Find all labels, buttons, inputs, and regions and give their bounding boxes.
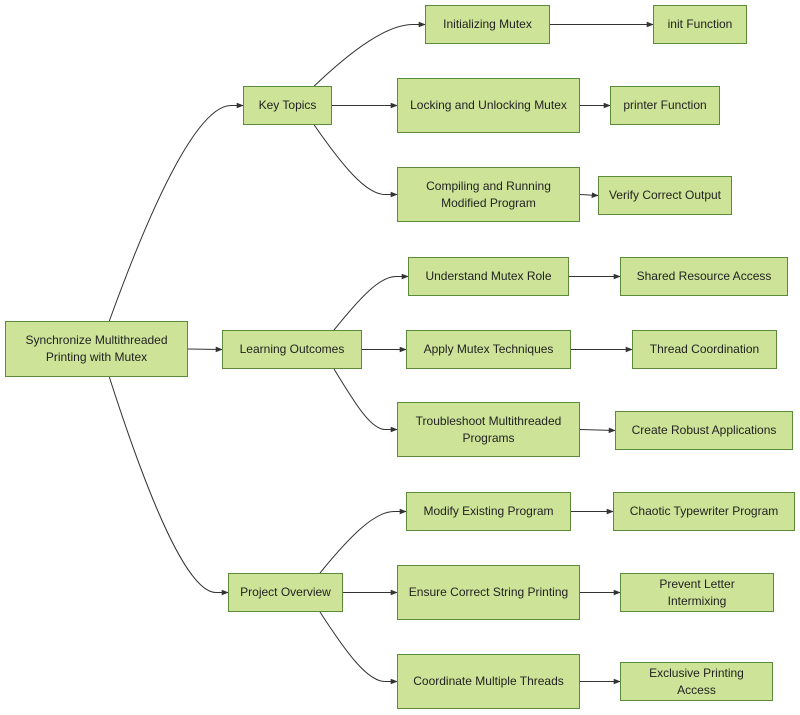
edge-root-kt	[108, 102, 244, 322]
node-shared-resource-access[interactable]: Shared Resource Access	[620, 257, 788, 296]
edge-kt-kt1	[313, 21, 426, 87]
edge-root-po	[108, 376, 229, 596]
node-apply-mutex-techniques[interactable]: Apply Mutex Techniques	[406, 330, 571, 369]
node-exclusive-printing-access[interactable]: Exclusive Printing Access	[620, 662, 773, 701]
node-thread-coordination[interactable]: Thread Coordination	[632, 330, 777, 369]
node-coordinate-threads[interactable]: Coordinate Multiple Threads	[397, 654, 580, 709]
edge-lo-lo1	[333, 273, 409, 331]
node-init-function[interactable]: init Function	[653, 5, 747, 44]
node-verify-correct-output[interactable]: Verify Correct Output	[598, 176, 732, 215]
edge-lo3-lo3a	[579, 427, 616, 434]
node-chaotic-typewriter[interactable]: Chaotic Typewriter Program	[613, 492, 795, 531]
node-project-overview[interactable]: Project Overview	[228, 573, 343, 612]
edge-lo-lo3	[333, 368, 398, 433]
node-locking-unlocking-mutex[interactable]: Locking and Unlocking Mutex	[397, 78, 580, 133]
node-understand-mutex-role[interactable]: Understand Mutex Role	[408, 257, 569, 296]
node-learning-outcomes[interactable]: Learning Outcomes	[222, 330, 362, 369]
edge-po-po1	[319, 508, 407, 574]
edge-kt-kt3	[313, 124, 398, 198]
node-printer-function[interactable]: printer Function	[610, 86, 720, 125]
node-troubleshoot[interactable]: Troubleshoot Multithreaded Programs	[397, 402, 580, 457]
node-ensure-correct-string[interactable]: Ensure Correct String Printing	[397, 565, 580, 620]
edge-kt3-kt3a	[579, 192, 599, 198]
node-root[interactable]: Synchronize Multithreaded Printing with …	[5, 321, 188, 377]
node-compiling-running[interactable]: Compiling and Running Modified Program	[397, 167, 580, 222]
node-key-topics[interactable]: Key Topics	[243, 86, 332, 125]
node-create-robust-applications[interactable]: Create Robust Applications	[615, 411, 793, 450]
node-modify-existing-program[interactable]: Modify Existing Program	[406, 492, 571, 531]
node-initializing-mutex[interactable]: Initializing Mutex	[425, 5, 550, 44]
edge-po-po3	[319, 611, 398, 685]
edge-root-lo	[187, 346, 223, 353]
node-prevent-letter-intermixing[interactable]: Prevent Letter Intermixing	[620, 573, 774, 612]
